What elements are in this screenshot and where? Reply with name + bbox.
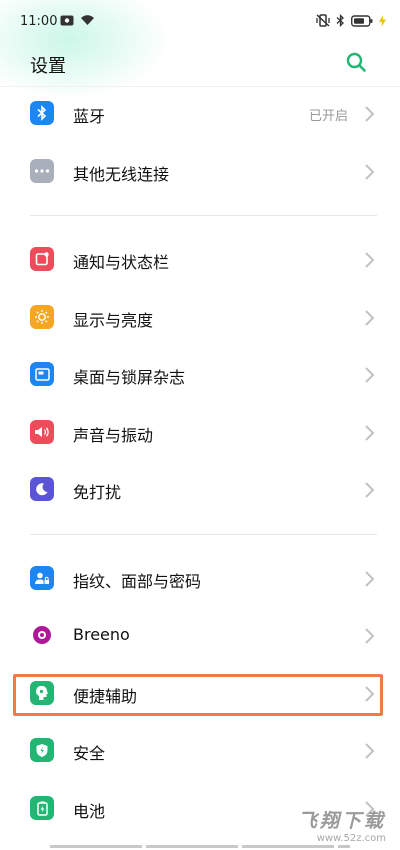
wallpaper-icon — [30, 362, 54, 386]
settings-row-wallpaper[interactable]: 桌面与锁屏杂志 — [0, 347, 400, 403]
notification-icon — [60, 15, 74, 25]
settings-row-label: 电池 — [73, 802, 106, 821]
chevron-right-icon — [365, 252, 375, 268]
section-divider — [30, 215, 377, 216]
settings-row-label: 桌面与锁屏杂志 — [73, 368, 186, 387]
section-divider — [30, 534, 377, 535]
settings-row-breeno[interactable]: Breeno — [0, 608, 400, 664]
settings-row-display[interactable]: 显示与亮度 — [0, 290, 400, 346]
watermark: 飞翔下载 www.52z.com — [298, 806, 386, 844]
shield-icon — [30, 738, 54, 762]
bottom-edge — [50, 845, 350, 848]
settings-row-label: 安全 — [73, 744, 106, 763]
settings-row-label: 其他无线连接 — [73, 165, 170, 184]
search-icon[interactable] — [344, 50, 368, 74]
wifi-icon — [81, 15, 94, 25]
chevron-right-icon — [365, 106, 375, 122]
page-title: 设置 — [30, 56, 66, 77]
vibrate-off-icon — [316, 14, 330, 27]
status-bar: 11:00 — [0, 0, 400, 40]
chevron-right-icon — [365, 482, 375, 498]
chevron-right-icon — [365, 164, 375, 180]
chevron-right-icon — [365, 367, 375, 383]
settings-row-bluetooth[interactable]: 蓝牙 已开启 — [0, 86, 400, 142]
settings-row-label: 显示与亮度 — [73, 311, 154, 330]
battery-icon — [351, 14, 373, 27]
moon-icon — [30, 477, 54, 501]
chevron-right-icon — [365, 425, 375, 441]
page-header: 设置 — [0, 40, 400, 84]
settings-row-dnd[interactable]: 免打扰 — [0, 462, 400, 518]
brightness-icon — [30, 305, 54, 329]
status-time: 11:00 — [20, 14, 58, 29]
chevron-right-icon — [365, 628, 375, 644]
watermark-text: 飞翔下载 — [297, 810, 386, 832]
watermark-url: www.52z.com — [316, 833, 386, 844]
settings-row-sound[interactable]: 声音与振动 — [0, 405, 400, 461]
chevron-right-icon — [365, 743, 375, 759]
settings-row-label: Breeno — [73, 625, 130, 644]
settings-row-label: 蓝牙 — [73, 107, 106, 126]
bluetooth-icon — [30, 101, 54, 125]
settings-row-label: 声音与振动 — [73, 426, 154, 445]
settings-row-security[interactable]: 安全 — [0, 723, 400, 779]
chevron-right-icon — [365, 310, 375, 326]
speaker-icon — [30, 420, 54, 444]
bluetooth-icon — [336, 14, 344, 27]
settings-row-label: 指纹、面部与密码 — [73, 572, 202, 591]
more-dots-icon — [30, 159, 54, 183]
highlight-box — [13, 674, 383, 716]
settings-row-notifications[interactable]: 通知与状态栏 — [0, 232, 400, 288]
settings-row-label: 免打扰 — [73, 483, 122, 502]
user-lock-icon — [30, 566, 54, 590]
settings-row-label: 通知与状态栏 — [73, 253, 170, 272]
charging-bolt-icon — [379, 14, 386, 27]
battery-icon — [30, 796, 54, 820]
settings-row-other-wireless[interactable]: 其他无线连接 — [0, 144, 400, 200]
settings-row-biometrics[interactable]: 指纹、面部与密码 — [0, 551, 400, 607]
settings-row-value: 已开启 — [308, 109, 348, 124]
breeno-icon — [30, 623, 54, 647]
notification-icon — [30, 247, 54, 271]
chevron-right-icon — [365, 571, 375, 587]
